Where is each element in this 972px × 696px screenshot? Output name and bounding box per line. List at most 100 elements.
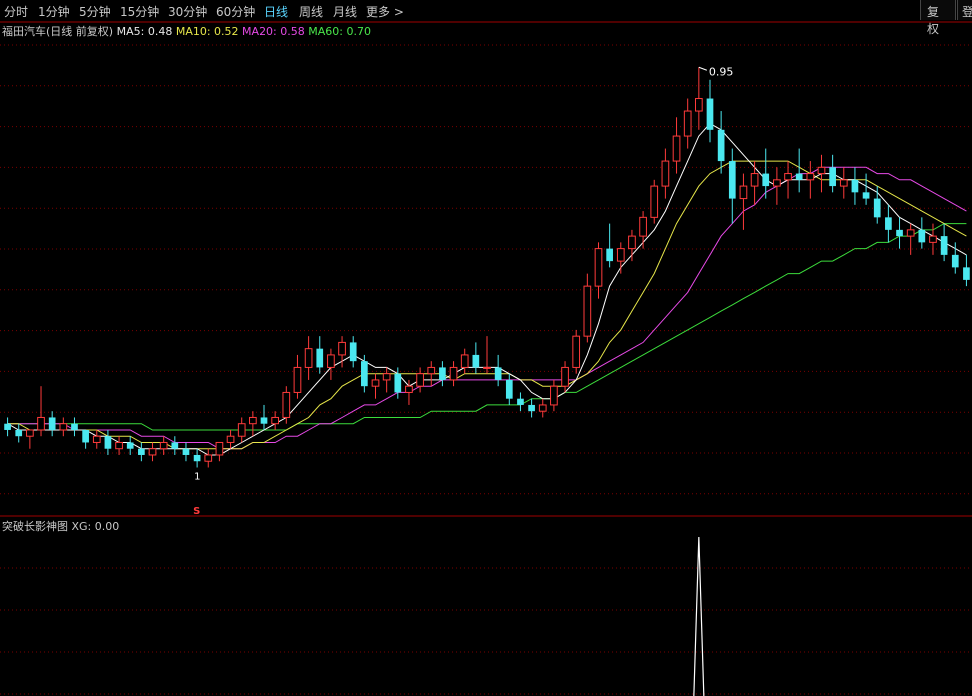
- candle: [517, 392, 524, 412]
- candle-body: [138, 448, 145, 455]
- ma20-line: [7, 166, 967, 450]
- high-price-pointer: [698, 66, 708, 71]
- candle-body: [193, 454, 201, 462]
- candle-body: [639, 216, 647, 237]
- candle-body: [906, 229, 915, 237]
- candle-body: [26, 429, 34, 437]
- candle: [148, 442, 157, 462]
- candle-body: [728, 161, 736, 199]
- signal-marker: S: [193, 506, 200, 517]
- candle: [26, 429, 34, 449]
- candle: [215, 441, 224, 462]
- candle: [739, 173, 748, 230]
- candle-body: [15, 429, 23, 437]
- candle: [449, 361, 458, 387]
- candle: [494, 354, 502, 387]
- candle: [237, 417, 246, 443]
- candle: [371, 373, 380, 399]
- candle-body: [104, 436, 112, 449]
- candle-body: [304, 348, 313, 368]
- candle-body: [271, 416, 280, 425]
- candle: [472, 342, 480, 374]
- candle: [82, 429, 89, 449]
- candle-body: [282, 391, 291, 418]
- candle: [427, 361, 436, 387]
- candle: [171, 436, 179, 455]
- candle: [728, 148, 736, 224]
- candle: [304, 336, 313, 380]
- candle: [538, 398, 547, 418]
- candle: [572, 329, 581, 374]
- candle: [918, 217, 926, 249]
- candle-body: [940, 236, 948, 255]
- candle: [862, 173, 870, 205]
- candle: [616, 242, 625, 274]
- candle-body: [338, 341, 346, 356]
- candle: [628, 229, 636, 262]
- candle: [460, 348, 469, 374]
- candle: [59, 417, 68, 437]
- candle: [583, 273, 592, 343]
- low-price-label: 1: [194, 471, 200, 482]
- candle-body: [316, 348, 324, 368]
- candle: [71, 417, 78, 437]
- candle-body: [449, 366, 458, 381]
- candle: [661, 148, 670, 199]
- candle: [561, 361, 569, 393]
- candle-body: [817, 166, 826, 175]
- candle-body: [249, 416, 257, 425]
- candle-body: [661, 160, 670, 187]
- candle-body: [918, 229, 926, 243]
- candle: [416, 367, 424, 393]
- candle: [104, 429, 112, 455]
- candle: [817, 154, 826, 193]
- candle-body: [4, 423, 11, 430]
- candle: [505, 373, 513, 405]
- candle: [260, 404, 268, 430]
- ma10-line: [7, 160, 967, 450]
- candle-body: [472, 354, 480, 368]
- candle-body: [148, 448, 157, 456]
- candle: [327, 348, 335, 380]
- candle-body: [327, 354, 335, 368]
- candle-body: [683, 110, 692, 137]
- candle-body: [505, 379, 513, 399]
- candle: [92, 429, 101, 449]
- candle-body: [71, 423, 78, 430]
- candle: [159, 436, 168, 455]
- candle-body: [126, 442, 134, 449]
- candle-body: [862, 192, 870, 199]
- candle-body: [59, 423, 68, 431]
- candle-body: [963, 267, 970, 280]
- candle-body: [762, 173, 770, 187]
- candle: [773, 167, 781, 205]
- candle-body: [159, 441, 168, 450]
- candles: [4, 67, 970, 468]
- candle-body: [606, 248, 613, 262]
- candle-body: [460, 354, 469, 368]
- candle-body: [717, 129, 725, 162]
- candle-body: [784, 173, 792, 181]
- kline-chart[interactable]: 0.95 1 S: [0, 0, 972, 696]
- candle-body: [115, 441, 123, 450]
- candle-body: [483, 366, 491, 369]
- candle: [606, 223, 613, 268]
- candle-body: [394, 373, 402, 393]
- candle: [550, 379, 558, 412]
- candle-body: [739, 185, 748, 200]
- candle: [839, 167, 848, 199]
- candle-body: [706, 98, 714, 130]
- candle: [694, 67, 703, 130]
- ma60-line: [7, 223, 967, 431]
- candle-body: [427, 366, 436, 375]
- candle-body: [349, 342, 357, 362]
- candle: [204, 448, 213, 468]
- candle: [4, 417, 11, 437]
- candle: [963, 254, 970, 287]
- candle-body: [829, 167, 836, 187]
- candle-body: [517, 398, 524, 405]
- candle: [717, 111, 725, 174]
- candle: [249, 411, 257, 437]
- candle-body: [616, 248, 625, 262]
- candle: [639, 211, 647, 249]
